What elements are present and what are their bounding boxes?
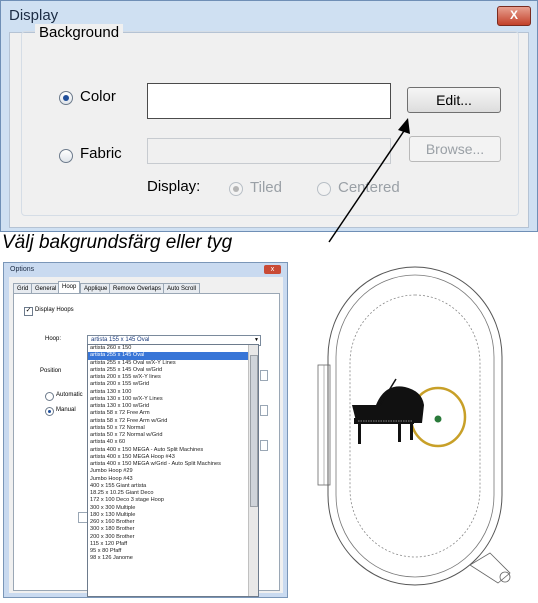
hoop-option[interactable]: 95 x 80 Pfaff	[88, 548, 250, 555]
hoop-option[interactable]: Jumbo Hoop #29	[88, 468, 250, 475]
position-label: Position	[40, 368, 62, 374]
scrollbar[interactable]	[248, 345, 258, 596]
hoop-option[interactable]: 18.25 x 10.25 Giant Deco	[88, 490, 250, 497]
pointer-arrow-icon	[328, 118, 410, 243]
hoop-option[interactable]: artista 200 x 155 w/X-Y lines	[88, 374, 250, 381]
hoop-option[interactable]: 172 x 100 Deco 3 stage Hoop	[88, 497, 250, 504]
size-field[interactable]	[260, 440, 268, 451]
hoop-option[interactable]: 400 x 155 Giant artista	[88, 483, 250, 490]
offset-field[interactable]	[260, 405, 268, 416]
hoop-option[interactable]: artista 130 x 100 w/Grid	[88, 403, 250, 410]
hoop-option[interactable]: artista 400 x 150 MEGA w/Grid - Auto Spl…	[88, 461, 250, 468]
caption-text: Välj bakgrundsfärg eller tyg	[2, 232, 233, 253]
hoop-option[interactable]: artista 50 x 72 Normal w/Grid	[88, 432, 250, 439]
hoop-option[interactable]: 300 x 300 Multiple	[88, 505, 250, 512]
hoop-option[interactable]: 98 x 126 Janome	[88, 555, 250, 562]
hoop-dropdown-list[interactable]: artista 260 x 150 artista 255 x 145 Oval a…	[87, 344, 259, 597]
hoop-option[interactable]: artista 255 x 145 Oval w/X-Y Lines	[88, 360, 250, 367]
hoop-preview	[317, 266, 511, 586]
hoop-option[interactable]: artista 260 x 150	[88, 345, 250, 352]
hoop-label: Hoop:	[45, 336, 62, 342]
hoop-option[interactable]: artista 130 x 100 w/X-Y Lines	[88, 396, 250, 403]
hoop-option[interactable]: artista 200 x 155 w/Grid	[88, 381, 250, 388]
piano-icon	[352, 378, 424, 444]
position-field[interactable]	[260, 370, 268, 381]
hoop-option[interactable]: artista 255 x 145 Oval	[88, 352, 250, 360]
display-hoops-checkbox[interactable]: ✓	[24, 307, 33, 316]
options-title: Options	[10, 266, 35, 273]
hoop-option[interactable]: artista 50 x 72 Normal	[88, 425, 250, 432]
display-hoops-label: Display Hoops	[35, 307, 74, 313]
hoop-option[interactable]: artista 400 x 150 MEGA - Auto Split Mach…	[88, 447, 250, 454]
hoop-option[interactable]: 260 x 160 Brother	[88, 519, 250, 526]
hoop-options: artista 260 x 150 artista 255 x 145 Oval a…	[88, 345, 250, 563]
hoop-option[interactable]: artista 40 x 60	[88, 439, 250, 446]
hoop-option[interactable]: 180 x 130 Multiple	[88, 512, 250, 519]
hoop-option[interactable]: artista 130 x 100	[88, 389, 250, 396]
hoop-option[interactable]: artista 58 x 72 Free Arm	[88, 410, 250, 417]
options-close-button[interactable]: x	[264, 265, 281, 274]
hoop-option[interactable]: Jumbo Hoop #43	[88, 476, 250, 483]
hoop-option[interactable]: 115 x 120 Pfaff	[88, 541, 250, 548]
manual-radio[interactable]	[45, 407, 54, 416]
scrollbar-thumb[interactable]	[250, 355, 258, 507]
hoop-option[interactable]: 300 x 180 Brother	[88, 526, 250, 533]
hoop-option[interactable]: 200 x 300 Brother	[88, 534, 250, 541]
automatic-radio[interactable]	[45, 392, 54, 401]
hoop-option[interactable]: artista 58 x 72 Free Arm w/Grid	[88, 418, 250, 425]
hoop-option[interactable]: artista 255 x 145 Oval w/Grid	[88, 367, 250, 374]
hoop-option[interactable]: artista 400 x 150 MEGA Hoop #43	[88, 454, 250, 461]
manual-label: Manual	[56, 407, 76, 413]
automatic-label: Automatic	[56, 392, 83, 398]
